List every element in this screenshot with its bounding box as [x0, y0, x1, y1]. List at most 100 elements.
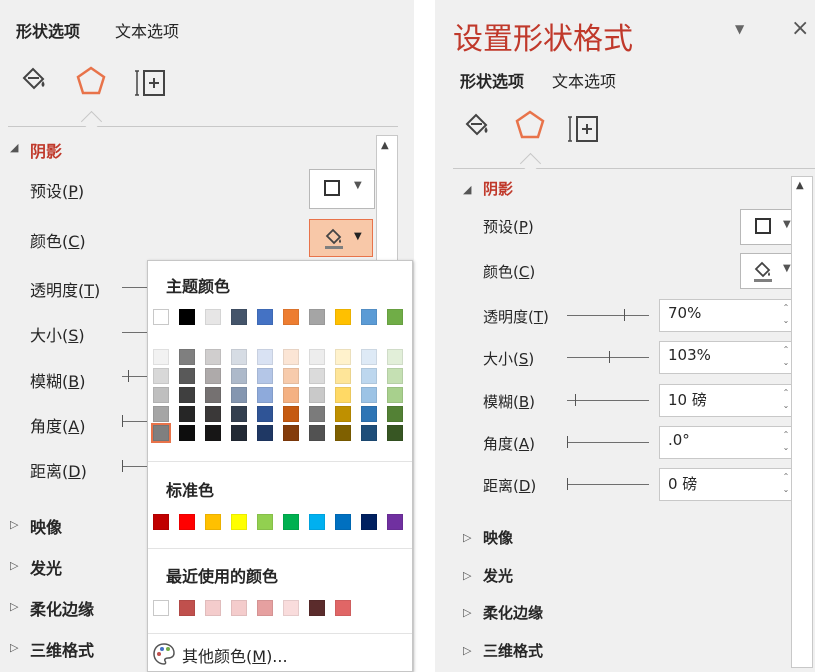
collapse-triangle-icon[interactable]: ▷: [463, 644, 471, 657]
standard-color-swatch[interactable]: [361, 514, 377, 530]
close-icon[interactable]: ×: [791, 16, 809, 41]
theme-shade-swatch[interactable]: [283, 349, 299, 365]
theme-color-swatch[interactable]: [361, 309, 377, 325]
blur-slider[interactable]: [122, 376, 148, 377]
theme-shade-swatch[interactable]: [283, 425, 299, 441]
angle-slider-thumb[interactable]: [567, 436, 568, 448]
paint-bucket-icon[interactable]: [18, 64, 50, 96]
tab-shape-options[interactable]: 形状选项: [16, 18, 80, 42]
theme-shade-swatch[interactable]: [309, 406, 325, 422]
collapse-triangle-icon[interactable]: ▷: [463, 531, 471, 544]
theme-shade-swatch[interactable]: [257, 425, 273, 441]
theme-shade-swatch[interactable]: [153, 368, 169, 384]
theme-color-swatch[interactable]: [309, 309, 325, 325]
theme-shade-swatch[interactable]: [205, 387, 221, 403]
theme-shade-swatch[interactable]: [231, 406, 247, 422]
pentagon-icon[interactable]: [513, 108, 547, 142]
theme-shade-swatch[interactable]: [179, 425, 195, 441]
transparency-input[interactable]: 70% ⌃ ⌄: [659, 299, 793, 332]
transparency-slider[interactable]: [567, 315, 649, 316]
theme-shade-swatch[interactable]: [335, 406, 351, 422]
section-shadow-heading[interactable]: 阴影: [30, 138, 62, 162]
section-reflection[interactable]: 映像: [30, 514, 62, 538]
size-slider[interactable]: [122, 332, 148, 333]
section-glow[interactable]: 发光: [483, 565, 513, 586]
section-reflection[interactable]: 映像: [483, 527, 513, 548]
theme-color-swatch[interactable]: [205, 309, 221, 325]
size-properties-icon[interactable]: [567, 112, 601, 144]
size-slider[interactable]: [567, 357, 649, 358]
distance-slider[interactable]: [122, 466, 148, 467]
more-colors-item[interactable]: 其他颜色(M)...: [150, 639, 408, 667]
theme-shade-swatch[interactable]: [179, 368, 195, 384]
section-glow[interactable]: 发光: [30, 555, 62, 579]
theme-shade-swatch[interactable]: [231, 387, 247, 403]
tab-text-options[interactable]: 文本选项: [552, 68, 616, 92]
left-scrollbar[interactable]: ▲: [376, 135, 398, 277]
theme-shade-swatch[interactable]: [335, 349, 351, 365]
collapse-triangle-icon[interactable]: ▷: [463, 569, 471, 582]
theme-shade-swatch[interactable]: [257, 368, 273, 384]
color-dropdown[interactable]: ▼: [309, 219, 373, 257]
standard-color-swatch[interactable]: [335, 514, 351, 530]
theme-shade-swatch[interactable]: [283, 368, 299, 384]
theme-shade-swatch[interactable]: [335, 425, 351, 441]
theme-shade-swatch[interactable]: [205, 425, 221, 441]
size-input[interactable]: 103% ⌃ ⌄: [659, 341, 793, 374]
angle-slider-thumb[interactable]: [122, 415, 123, 427]
recent-color-swatch[interactable]: [335, 600, 351, 616]
standard-color-swatch[interactable]: [205, 514, 221, 530]
theme-shade-swatch[interactable]: [361, 387, 377, 403]
blur-slider[interactable]: [567, 400, 649, 401]
theme-shade-swatch[interactable]: [153, 406, 169, 422]
theme-color-swatch[interactable]: [153, 309, 169, 325]
spin-down-icon[interactable]: ⌄: [782, 443, 790, 452]
theme-shade-swatch[interactable]: [257, 349, 273, 365]
tab-text-options[interactable]: 文本选项: [115, 18, 179, 42]
theme-shade-swatch[interactable]: [151, 423, 171, 443]
section-soft-edges[interactable]: 柔化边缘: [483, 602, 543, 623]
theme-shade-swatch[interactable]: [257, 387, 273, 403]
theme-shade-swatch[interactable]: [309, 368, 325, 384]
theme-shade-swatch[interactable]: [231, 368, 247, 384]
transparency-slider-thumb[interactable]: [624, 309, 626, 321]
spin-up-icon[interactable]: ⌃: [782, 345, 790, 354]
theme-shade-swatch[interactable]: [283, 406, 299, 422]
transparency-slider[interactable]: [122, 287, 148, 288]
theme-color-swatch[interactable]: [179, 309, 195, 325]
standard-color-swatch[interactable]: [231, 514, 247, 530]
spin-up-icon[interactable]: ⌃: [782, 430, 790, 439]
spin-down-icon[interactable]: ⌄: [782, 316, 790, 325]
spin-up-icon[interactable]: ⌃: [782, 388, 790, 397]
scroll-up-icon[interactable]: ▲: [796, 180, 804, 191]
theme-shade-swatch[interactable]: [257, 406, 273, 422]
theme-color-swatch[interactable]: [257, 309, 273, 325]
spin-up-icon[interactable]: ⌃: [782, 472, 790, 481]
angle-slider[interactable]: [567, 442, 649, 443]
theme-color-swatch[interactable]: [335, 309, 351, 325]
theme-shade-swatch[interactable]: [361, 349, 377, 365]
theme-color-swatch[interactable]: [231, 309, 247, 325]
expand-triangle-icon[interactable]: ◢: [10, 141, 18, 154]
theme-shade-swatch[interactable]: [205, 406, 221, 422]
theme-shade-swatch[interactable]: [179, 387, 195, 403]
preset-dropdown[interactable]: ▼: [309, 169, 375, 209]
theme-shade-swatch[interactable]: [231, 349, 247, 365]
size-properties-icon[interactable]: [134, 66, 168, 98]
theme-shade-swatch[interactable]: [309, 387, 325, 403]
spin-down-icon[interactable]: ⌄: [782, 401, 790, 410]
spin-down-icon[interactable]: ⌄: [782, 358, 790, 367]
blur-slider-thumb[interactable]: [128, 370, 129, 382]
theme-shade-swatch[interactable]: [309, 349, 325, 365]
paint-bucket-icon[interactable]: [461, 110, 493, 142]
standard-color-swatch[interactable]: [309, 514, 325, 530]
section-soft-edges[interactable]: 柔化边缘: [30, 596, 94, 620]
distance-slider-thumb[interactable]: [122, 460, 123, 472]
recent-color-swatch[interactable]: [153, 600, 169, 616]
theme-color-swatch[interactable]: [283, 309, 299, 325]
blur-input[interactable]: 10 磅 ⌃ ⌄: [659, 384, 793, 417]
theme-shade-swatch[interactable]: [205, 349, 221, 365]
standard-color-swatch[interactable]: [283, 514, 299, 530]
distance-slider-thumb[interactable]: [567, 478, 568, 490]
scroll-up-icon[interactable]: ▲: [381, 140, 389, 151]
